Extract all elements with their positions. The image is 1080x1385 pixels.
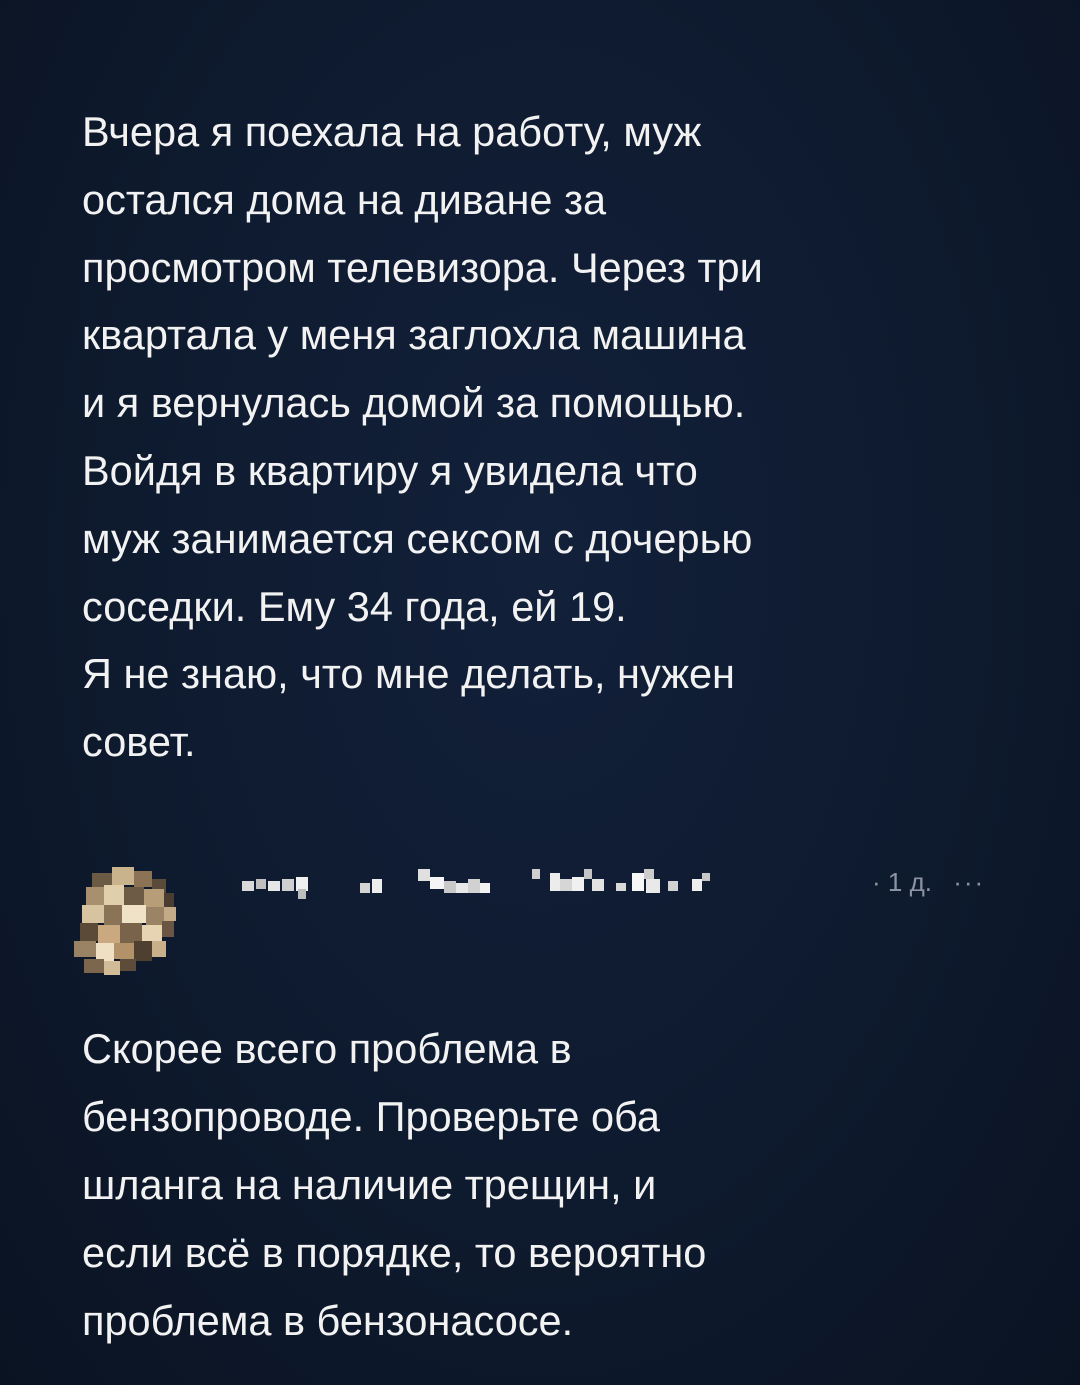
post-line: муж занимается сексом с дочерью <box>82 514 753 562</box>
comment-line: шланга на наличие трещин, и <box>82 1161 657 1208</box>
post-line: Я не знаю, что мне делать, нужен <box>82 650 735 698</box>
comment-line: если всё в порядке, то вероятно <box>82 1229 707 1276</box>
post-line: и я вернулась домой за помощью. <box>82 379 746 427</box>
post-text: Вчера я поехала на работу, муж остался д… <box>82 98 1042 776</box>
comment-line: Скорее всего проблема в <box>82 1025 572 1072</box>
comment-line: бензопроводе. Проверьте оба <box>82 1093 660 1140</box>
comment-meta: · 1 д. ··· <box>872 865 985 899</box>
post-line: остался дома на диване за <box>82 175 607 223</box>
post-line: квартала у меня заглохла машина <box>82 311 746 359</box>
post-line: Войдя в квартиру я увидела что <box>82 446 698 494</box>
post-line: совет. <box>82 718 196 766</box>
post-line: просмотром телевизора. Через три <box>82 243 763 291</box>
ellipsis-icon[interactable]: ··· <box>953 867 985 897</box>
post-line: соседки. Ему 34 года, ей 19. <box>82 582 627 630</box>
screenshot-frame: Вчера я поехала на работу, муж остался д… <box>0 0 1080 1385</box>
comment-time: · 1 д. <box>872 867 932 897</box>
comment-text: Скорее всего проблема в бензопроводе. Пр… <box>82 1015 1042 1355</box>
comment-header: · 1 д. ··· <box>62 845 1042 985</box>
avatar[interactable] <box>62 853 192 983</box>
author-name-censored[interactable] <box>232 863 872 903</box>
comment-line: проблема в бензонасосе. <box>82 1297 574 1344</box>
post-line: Вчера я поехала на работу, муж <box>82 108 702 155</box>
